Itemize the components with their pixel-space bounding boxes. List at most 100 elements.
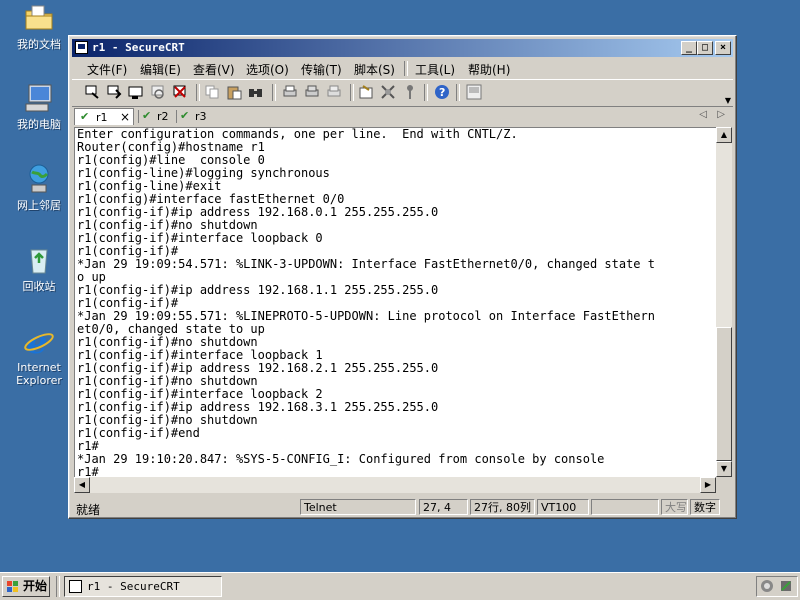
print-setup-icon[interactable] [326, 84, 342, 100]
title-bar[interactable]: r1 - SecureCRT _ □ × [72, 39, 733, 57]
global-options-icon[interactable] [380, 84, 396, 100]
menu-options[interactable]: 选项(O) [246, 61, 289, 78]
desktop-icon-label: 网上邻居 [17, 199, 61, 212]
start-label: 开始 [23, 579, 48, 593]
desktop-icon-label: 回收站 [22, 280, 56, 293]
tab-separator [138, 110, 139, 123]
menu-view[interactable]: 查看(V) [193, 61, 235, 78]
tab-close-icon[interactable]: × [120, 110, 130, 124]
connect-icon[interactable] [84, 84, 100, 100]
desktop-icon-label: 我的文档 [17, 38, 61, 51]
copy-icon[interactable] [204, 84, 220, 100]
desktop-icon-my-computer[interactable]: 我的电脑 [8, 82, 70, 131]
desktop-icon-label: 我的电脑 [17, 118, 61, 131]
menu-separator [404, 61, 408, 76]
folder-icon [23, 2, 55, 34]
computer-icon [23, 82, 55, 114]
status-caps-lock: 大写 [661, 499, 688, 515]
session-options-icon[interactable] [358, 84, 374, 100]
horizontal-scrollbar[interactable]: ◀ ▶ [74, 477, 716, 493]
menu-script[interactable]: 脚本(S) [354, 61, 395, 78]
toolbar: ? ▼ [72, 79, 733, 107]
status-protocol: Telnet [300, 499, 416, 515]
desktop-icon-recycle-bin[interactable]: 回收站 [8, 244, 70, 293]
terminal-output[interactable]: Enter configuration commands, one per li… [74, 127, 717, 478]
help-icon[interactable]: ? [434, 84, 450, 100]
menu-transfer[interactable]: 传输(T) [301, 61, 342, 78]
recycle-bin-icon [23, 244, 55, 276]
desktop-icon-label: Internet Explorer [16, 361, 62, 387]
tab-r1[interactable]: ✔ r1 × [74, 108, 134, 125]
network-icon [23, 163, 55, 195]
tab-r2[interactable]: ✔ r2 [142, 108, 174, 125]
tab-scroll-right-icon[interactable]: ▷ [717, 109, 725, 120]
session-tabs: ✔ r1 × ✔ r2 ✔ r3 ◁ ▷ [72, 106, 733, 126]
status-cursor-position: 27, 4 [419, 499, 468, 515]
print-icon[interactable] [282, 84, 298, 100]
start-button[interactable]: 开始 [2, 576, 50, 597]
keymap-icon[interactable] [402, 84, 418, 100]
scroll-down-icon[interactable]: ▼ [716, 461, 732, 477]
desktop-icon-network[interactable]: 网上邻居 [8, 163, 70, 212]
toolbar-separator [424, 84, 428, 101]
terminal-line: r1(config-if)#end [77, 426, 200, 440]
desktop-icon-internet-explorer[interactable]: e Internet Explorer [8, 323, 70, 387]
connected-check-icon: ✔ [80, 110, 90, 123]
status-num-lock: 数字 [690, 499, 720, 515]
print-selection-icon[interactable] [304, 84, 320, 100]
vertical-scrollbar[interactable]: ▲ ▼ [716, 127, 732, 477]
close-button[interactable]: × [715, 41, 731, 55]
taskbar-securecrt-button[interactable]: r1 - SecureCRT [64, 576, 222, 597]
reconnect-icon[interactable] [150, 84, 166, 100]
windows-logo-icon [7, 581, 19, 592]
disconnect-icon[interactable] [172, 84, 188, 100]
menu-help[interactable]: 帮助(H) [468, 61, 510, 78]
terminal-line: *Jan 29 19:09:54.571: %LINK-3-UPDOWN: In… [77, 257, 655, 271]
menu-edit[interactable]: 编辑(E) [140, 61, 181, 78]
taskbar: 开始 r1 - SecureCRT [0, 572, 800, 600]
toolbar-separator [350, 84, 354, 101]
status-blank [591, 499, 659, 515]
maximize-button[interactable]: □ [697, 41, 713, 55]
connected-check-icon: ✔ [142, 109, 152, 122]
toolbar-separator [456, 84, 460, 101]
app-icon [75, 41, 88, 54]
tab-scroll-left-icon[interactable]: ◁ [699, 109, 707, 120]
scrollbar-corner [716, 477, 732, 493]
connect-tab-icon[interactable] [128, 84, 144, 100]
scroll-left-icon[interactable]: ◀ [74, 477, 90, 493]
scroll-thumb[interactable] [716, 327, 732, 461]
paste-icon[interactable] [226, 84, 242, 100]
status-emulation: VT100 [537, 499, 589, 515]
status-bar: 就绪 Telnet 27, 4 27行, 80列 VT100 大写 数字 [72, 498, 733, 517]
quick-connect-icon[interactable] [106, 84, 122, 100]
tab-label: r2 [157, 110, 169, 123]
window-title: r1 - SecureCRT [92, 41, 185, 54]
tray-network-icon[interactable] [760, 579, 774, 593]
tab-r3[interactable]: ✔ r3 [180, 108, 212, 125]
ie-icon: e [23, 323, 55, 361]
system-tray [756, 576, 798, 597]
find-icon[interactable] [248, 84, 264, 100]
toolbar-separator [196, 84, 200, 101]
sftp-icon[interactable] [466, 84, 482, 100]
minimize-button[interactable]: _ [681, 41, 697, 55]
svg-text:?: ? [439, 86, 445, 99]
desktop-icon-my-documents[interactable]: 我的文档 [8, 2, 70, 51]
status-rows-cols: 27行, 80列 [470, 499, 535, 515]
securecrt-window: r1 - SecureCRT _ □ × 文件(F) 编辑(E) 查看(V) 选… [68, 35, 737, 519]
taskbar-separator [56, 576, 60, 597]
menu-file[interactable]: 文件(F) [87, 61, 127, 78]
terminal-line: *Jan 29 19:10:20.847: %SYS-5-CONFIG_I: C… [77, 452, 605, 466]
menu-bar: 文件(F) 编辑(E) 查看(V) 选项(O) 传输(T) 脚本(S) 工具(L… [72, 58, 733, 78]
toolbar-separator [272, 84, 276, 101]
task-label: r1 - SecureCRT [87, 580, 180, 593]
app-icon [69, 580, 82, 593]
menu-tools[interactable]: 工具(L) [415, 61, 455, 78]
toolbar-overflow-icon[interactable]: ▼ [725, 96, 731, 105]
scroll-up-icon[interactable]: ▲ [716, 127, 732, 143]
scroll-right-icon[interactable]: ▶ [700, 477, 716, 493]
tab-separator [176, 110, 177, 123]
connected-check-icon: ✔ [180, 109, 190, 122]
tray-security-icon[interactable] [779, 579, 793, 593]
